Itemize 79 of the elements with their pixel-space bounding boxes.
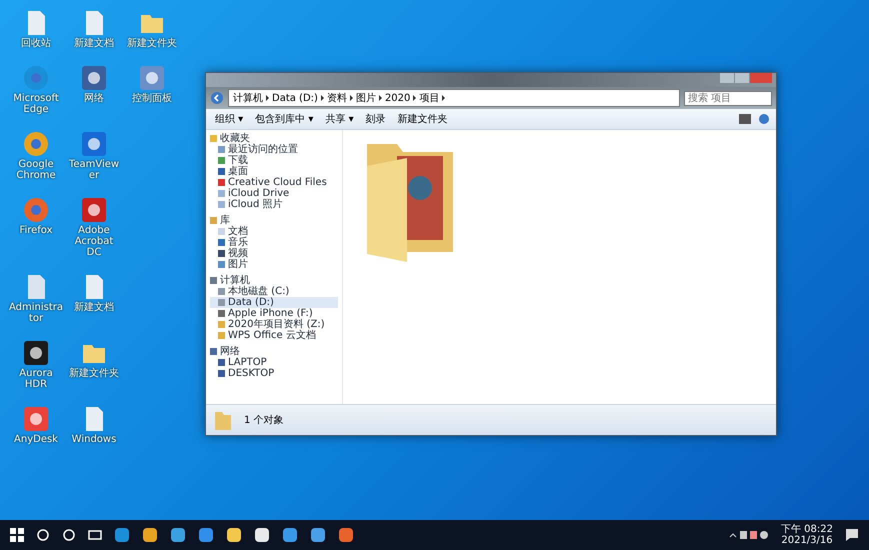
- status-text: 1 个对象: [244, 414, 284, 427]
- icon-label: Microsoft Edge: [12, 93, 60, 115]
- nav-item[interactable]: Data (D:): [210, 297, 338, 308]
- back-icon[interactable]: [210, 91, 224, 105]
- app-icon[interactable]: [170, 527, 186, 543]
- nav-group-label[interactable]: 收藏夹: [220, 133, 250, 144]
- tray-icons[interactable]: [729, 529, 769, 541]
- toolbar-button[interactable]: 组织 ▾: [212, 111, 246, 127]
- chevron-icon: [266, 95, 269, 101]
- icon-label: Windows: [72, 434, 116, 445]
- help-icon[interactable]: [758, 113, 770, 125]
- nav-item[interactable]: iCloud 照片: [210, 199, 338, 210]
- nav-item[interactable]: 最近访问的位置: [210, 144, 338, 155]
- nav-item[interactable]: 下载: [210, 155, 338, 166]
- icon-label: 网络: [84, 93, 104, 104]
- app-icon[interactable]: [142, 527, 158, 543]
- group-icon: [210, 217, 217, 224]
- chevron-icon: [442, 95, 446, 101]
- icon-label: Administrator: [8, 302, 64, 324]
- breadcrumb-item[interactable]: Data (D:): [272, 92, 318, 104]
- breadcrumb-item[interactable]: 图片: [356, 91, 376, 105]
- nav-item[interactable]: 2020年项目资料 (Z:): [210, 319, 338, 330]
- windows-icon[interactable]: [10, 528, 24, 542]
- view-icon[interactable]: [738, 113, 752, 125]
- nav-group-label[interactable]: 网络: [220, 346, 240, 357]
- app-icon[interactable]: [282, 527, 298, 543]
- toolbar-button[interactable]: 包含到库中 ▾: [252, 111, 316, 127]
- toolbar-button[interactable]: 刻录: [362, 111, 389, 127]
- nav-item[interactable]: 视频: [210, 248, 338, 259]
- clock[interactable]: 下午 08:22 2021/3/16: [781, 524, 833, 546]
- chevron-icon: [378, 95, 382, 101]
- search-field[interactable]: 搜索 项目: [684, 90, 772, 106]
- app-icon[interactable]: [254, 527, 270, 543]
- nav-item[interactable]: Apple iPhone (F:): [210, 308, 338, 319]
- icon-label: TeamViewer: [68, 159, 120, 181]
- icon-label: 回收站: [21, 38, 51, 49]
- chevron-icon: [350, 95, 353, 101]
- notification-icon[interactable]: [845, 528, 859, 542]
- breadcrumb-item[interactable]: 2020: [384, 92, 410, 104]
- breadcrumb-item[interactable]: 计算机: [233, 91, 263, 105]
- app-icon[interactable]: [62, 528, 76, 542]
- nav-item[interactable]: Creative Cloud Files: [210, 177, 338, 188]
- group-icon: [210, 135, 217, 142]
- icon-label: AnyDesk: [14, 434, 58, 445]
- app-icon[interactable]: [88, 528, 102, 542]
- folder-icon: [214, 409, 232, 431]
- nav-item[interactable]: 桌面: [210, 166, 338, 177]
- nav-item[interactable]: 图片: [210, 259, 338, 270]
- group-icon: [210, 348, 217, 355]
- app-icon[interactable]: [23, 340, 49, 366]
- nav-item[interactable]: WPS Office 云文档: [210, 330, 338, 341]
- toolbar-button[interactable]: 新建文件夹: [394, 111, 451, 127]
- nav-item[interactable]: iCloud Drive: [210, 188, 338, 199]
- nav-item[interactable]: DESKTOP: [210, 368, 338, 379]
- nav-item[interactable]: 音乐: [210, 237, 338, 248]
- icon-label: Google Chrome: [15, 159, 57, 181]
- nav-group-label[interactable]: 计算机: [220, 275, 250, 286]
- nav-item[interactable]: 本地磁盘 (C:): [210, 286, 338, 297]
- app-icon[interactable]: [310, 527, 326, 543]
- nav-item[interactable]: LAPTOP: [210, 357, 338, 368]
- icon-label: Aurora HDR: [18, 368, 54, 390]
- toolbar-button[interactable]: 共享 ▾: [322, 111, 357, 127]
- icon-label: 新建文档: [74, 302, 114, 313]
- icon-label: 新建文档: [74, 38, 114, 49]
- icon-label: 新建文件夹: [127, 38, 177, 49]
- app-icon[interactable]: [226, 527, 242, 543]
- breadcrumb-item[interactable]: 项目: [419, 91, 440, 105]
- nav-item[interactable]: 文档: [210, 226, 338, 237]
- breadcrumb-item[interactable]: 资料: [326, 91, 347, 105]
- icon-label: Firefox: [19, 225, 53, 236]
- group-icon: [210, 277, 217, 284]
- icon-label: 控制面板: [132, 93, 172, 104]
- icon-label: Adobe Acrobat DC: [74, 225, 114, 258]
- icon-label: 新建文件夹: [69, 368, 119, 379]
- nav-group-label[interactable]: 库: [220, 215, 230, 226]
- chevron-icon: [320, 95, 324, 101]
- search-icon[interactable]: [36, 528, 50, 542]
- chevron-icon: [413, 95, 416, 101]
- address-bar[interactable]: 计算机 Data (D:) 资料 图片 2020 项目: [228, 89, 680, 107]
